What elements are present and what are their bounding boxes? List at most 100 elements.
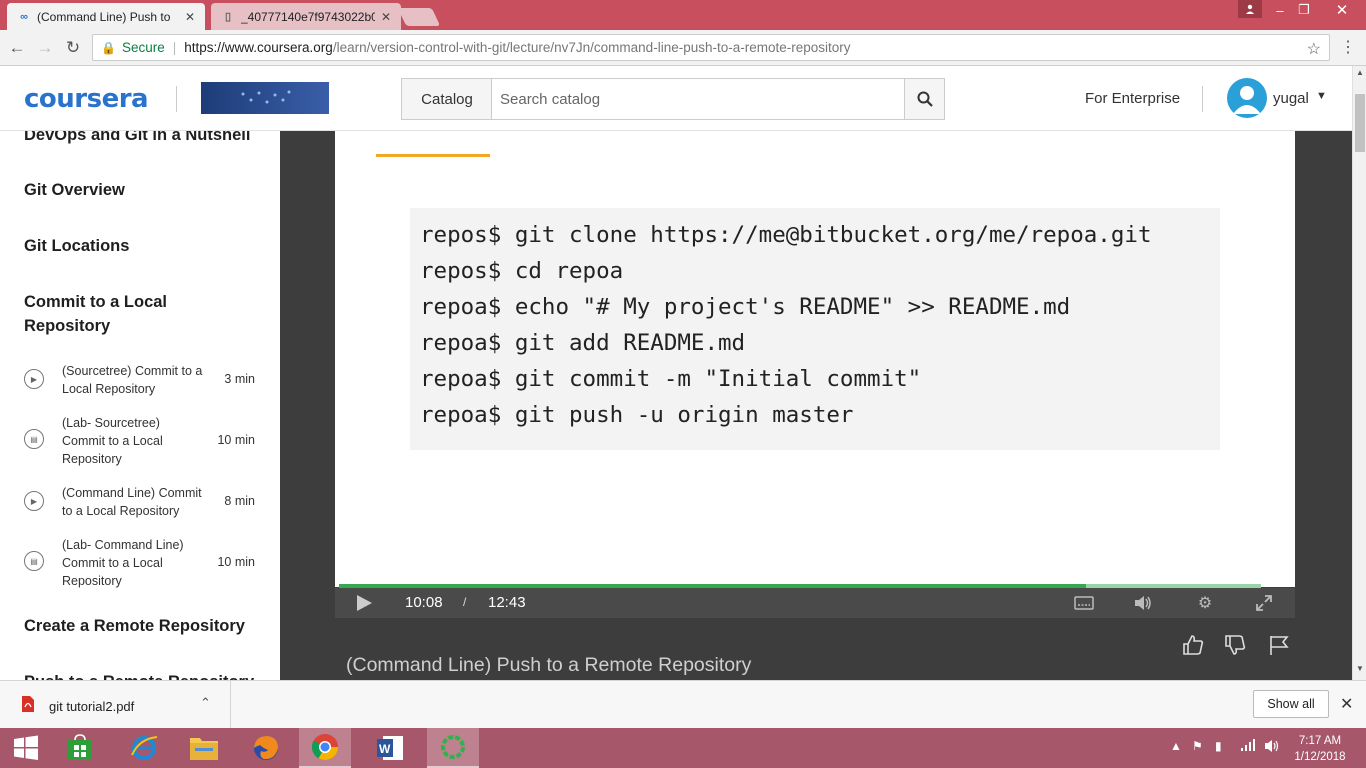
user-profile-icon[interactable] [1238,0,1262,18]
sidebar-item-label: (Command Line) Commit to a Local Reposit… [62,486,202,518]
firefox-icon[interactable] [240,728,292,768]
video-controls: 10:08 / 12:43 ⚙ [335,588,1295,618]
bookmark-star-icon[interactable]: ☆ [1307,39,1321,59]
download-file-name: git tutorial2.pdf [49,699,135,714]
scroll-down-icon[interactable]: ▼ [1353,664,1366,678]
fullscreen-icon[interactable] [1253,593,1275,613]
for-enterprise-link[interactable]: For Enterprise [1085,90,1180,107]
flag-icon[interactable] [1268,634,1292,656]
action-center-flag-icon[interactable]: ⚑ [1192,739,1203,753]
lab-icon: ▤ [24,551,44,571]
url-separator: | [172,40,177,55]
sidebar-item-label: (Lab- Command Line) Commit to a Local Re… [62,538,184,588]
settings-gear-icon[interactable]: ⚙ [1194,593,1216,613]
forward-icon[interactable]: → [34,37,56,59]
close-icon[interactable]: ✕ [381,10,391,24]
current-time: 10:08 [405,594,443,611]
scroll-up-icon[interactable]: ▲ [1353,68,1366,82]
restore-icon[interactable]: ❐ [1294,0,1314,20]
sidebar-item-duration: 3 min [224,372,255,386]
clock-time: 7:17 AM [1298,735,1342,747]
avatar[interactable] [1227,78,1267,118]
lock-icon: 🔒 [101,40,116,55]
close-icon[interactable]: ✕ [185,10,195,24]
tray-up-arrow-icon[interactable]: ▲ [1170,739,1182,753]
chevron-up-icon[interactable]: ⌃ [200,695,211,711]
search-input[interactable] [491,78,905,120]
new-tab-button[interactable] [397,8,441,26]
course-sidebar: DevOps and Git in a Nutshell Git Overvie… [0,131,280,680]
store-icon[interactable] [54,728,106,768]
window-close-icon[interactable]: ✕ [1318,0,1366,20]
network-signal-icon[interactable] [1240,739,1256,754]
coursera-logo[interactable]: coursera [24,84,149,114]
battery-icon[interactable]: ▮ [1215,739,1222,753]
thumbs-up-icon[interactable] [1182,634,1206,656]
speaker-icon[interactable] [1264,739,1280,756]
show-all-button[interactable]: Show all [1253,690,1329,718]
sidebar-item-duration: 8 min [224,494,255,508]
tab-document[interactable]: ▯ _40777140e7f9743022b0 ✕ [211,3,401,30]
download-item[interactable]: git tutorial2.pdf ⌃ [0,681,231,728]
sidebar-section-git-locations[interactable]: Git Locations [24,234,129,258]
internet-explorer-icon[interactable] [118,728,170,768]
sidebar-item-label: (Sourcetree) Commit to a Local Repositor… [62,364,203,396]
sidebar-item[interactable]: ▤ (Lab- Sourcetree) Commit to a Local Re… [22,414,262,468]
code-line: repoa$ git add README.md [420,330,746,356]
sidebar-section-git-overview[interactable]: Git Overview [24,178,125,202]
page-scrollbar[interactable]: ▲ ▼ [1352,66,1366,680]
captions-icon[interactable] [1073,593,1095,613]
slide-accent-line [376,154,490,157]
browser-menu-icon[interactable]: ⋮ [1340,36,1356,60]
partner-logo[interactable] [201,82,329,114]
document-icon: ▯ [224,11,232,23]
code-line: repoa$ git push -u origin master [420,402,854,428]
app-loader-icon[interactable] [427,728,479,768]
back-icon[interactable]: ← [6,37,28,59]
url-path: /learn/version-control-with-git/lecture/… [332,40,851,55]
lab-icon: ▤ [24,429,44,449]
minimize-icon[interactable]: – [1266,0,1294,20]
tab-title: _40777140e7f9743022b0 [241,9,375,24]
file-explorer-icon[interactable] [178,728,230,768]
windows-start-icon[interactable] [0,728,52,768]
catalog-button[interactable]: Catalog [401,78,492,120]
tab-coursera[interactable]: ∞ (Command Line) Push to ✕ [7,3,205,30]
word-icon[interactable]: W [364,728,416,768]
search-button[interactable] [904,78,945,120]
play-button[interactable] [355,594,373,612]
search-icon [917,91,933,107]
sidebar-item[interactable]: ▤ (Lab- Command Line) Commit to a Local … [22,536,262,590]
thumbs-down-icon[interactable] [1224,634,1248,656]
taskbar-clock[interactable]: 7:17 AM 1/12/2018 [1290,733,1350,765]
volume-icon[interactable] [1132,593,1154,613]
scroll-thumb[interactable] [1355,94,1365,152]
close-icon[interactable]: ✕ [1340,694,1353,714]
code-line: repoa$ git commit -m "Initial commit" [420,366,922,392]
time-separator: / [463,595,467,609]
sidebar-item-duration: 10 min [217,433,255,447]
chrome-icon[interactable] [299,728,351,768]
sidebar-section-commit-local[interactable]: Commit to a Local Repository [24,290,224,338]
tab-title: (Command Line) Push to [37,9,171,24]
sidebar-item[interactable]: ▶ (Sourcetree) Commit to a Local Reposit… [22,362,262,398]
pdf-file-icon [22,696,34,712]
address-bar: ← → ↻ 🔒 Secure | https://www.coursera.or… [0,30,1366,66]
secure-label: Secure [121,40,165,55]
play-icon [357,595,372,611]
sidebar-section-push-remote[interactable]: Push to a Remote Repository [24,670,254,680]
browser-tab-strip: ∞ (Command Line) Push to ✕ ▯ _40777140e7… [0,0,1366,30]
sidebar-section-create-remote[interactable]: Create a Remote Repository [24,614,245,638]
sidebar-section-devops[interactable]: DevOps and Git in a Nutshell [24,131,250,147]
code-line: repoa$ echo "# My project's README" >> R… [420,294,1071,320]
url-host: https://www.coursera.org [184,40,333,55]
chevron-down-icon[interactable]: ▼ [1316,90,1327,102]
username[interactable]: yugal [1273,90,1309,107]
url-field[interactable]: 🔒 Secure | https://www.coursera.org /lea… [92,34,1330,61]
total-time: 12:43 [488,594,526,611]
video-area: repos$ git clone https://me@bitbucket.or… [280,131,1352,680]
sidebar-item-label: (Lab- Sourcetree) Commit to a Local Repo… [62,416,163,466]
reload-icon[interactable]: ↻ [62,37,84,59]
sidebar-item[interactable]: ▶ (Command Line) Commit to a Local Repos… [22,484,262,520]
video-frame[interactable]: repos$ git clone https://me@bitbucket.or… [335,131,1295,587]
